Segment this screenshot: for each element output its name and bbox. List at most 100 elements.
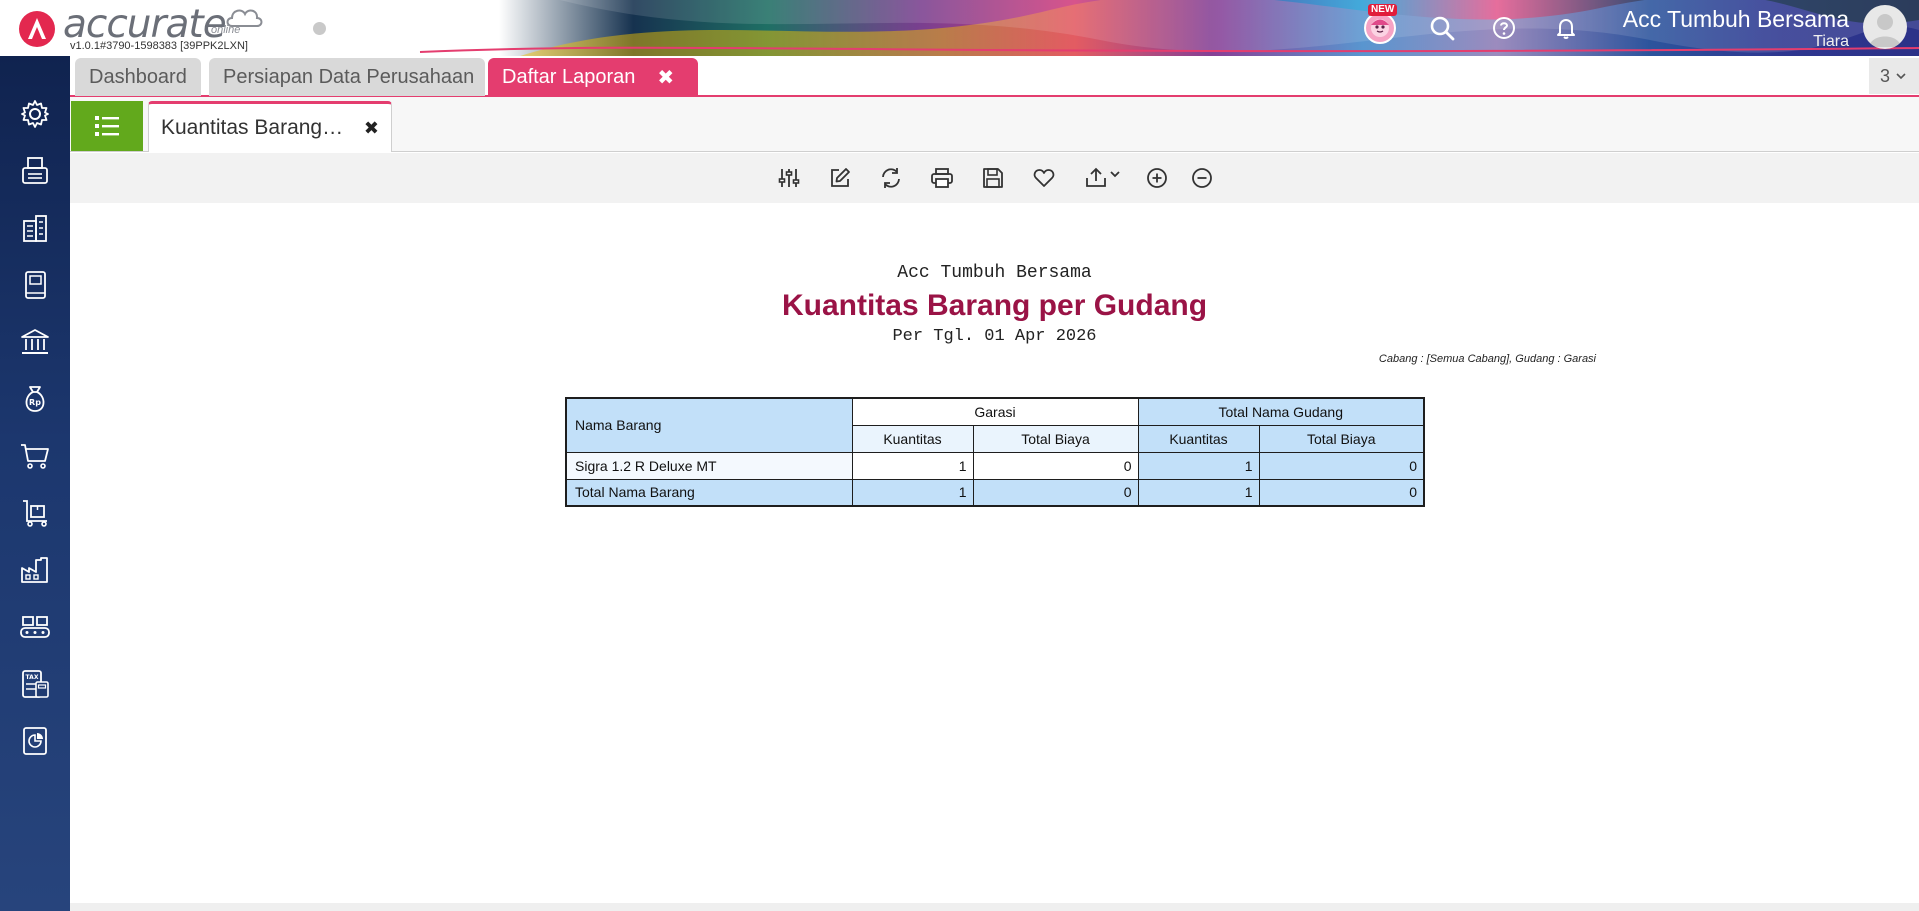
sidebar-item-ledger[interactable] — [15, 265, 55, 305]
save-icon — [983, 168, 1003, 188]
tab-daftar-laporan[interactable]: Daftar Laporan ✖ — [488, 58, 698, 96]
report-tab-bar: Kuantitas Barang… ✖ — [70, 97, 1919, 152]
search-button[interactable] — [1422, 8, 1462, 48]
column-group-total-gudang: Total Nama Gudang — [1137, 397, 1425, 426]
cart-icon — [21, 444, 49, 469]
export-icon — [1086, 167, 1106, 187]
subtab-label: Kuantitas Barang… — [161, 116, 344, 139]
sidebar-item-fax[interactable] — [15, 151, 55, 191]
edit-icon — [831, 168, 850, 187]
tax-icon: TAX — [22, 670, 49, 698]
app-header: accurate online v1.0.1#3790-1598383 [39P… — [0, 0, 1919, 56]
accurate-logo-icon — [19, 11, 55, 47]
notification-button[interactable] — [1546, 8, 1586, 48]
filter-button[interactable] — [774, 163, 804, 193]
total-cost-garasi: 0 — [972, 478, 1139, 507]
refresh-button[interactable] — [876, 163, 906, 193]
bank-icon — [21, 329, 49, 354]
close-icon[interactable]: ✖ — [657, 65, 674, 90]
report-company: Acc Tumbuh Bersama — [897, 263, 1092, 283]
zoom-in-icon — [1147, 168, 1167, 188]
report-toolbar — [70, 153, 1919, 203]
sidebar-item-cash[interactable]: Rp — [15, 379, 55, 419]
save-button[interactable] — [978, 163, 1008, 193]
status-dot — [313, 22, 326, 35]
sidebar-item-purchase[interactable] — [15, 493, 55, 533]
total-qty-garasi: 1 — [851, 478, 974, 507]
list-icon — [95, 116, 119, 136]
report-filter: Cabang : [Semua Cabang], Gudang : Garasi — [1378, 353, 1596, 365]
column-header-total-total-biaya[interactable]: Total Biaya — [1258, 424, 1425, 453]
tab-label: Dashboard — [89, 65, 187, 88]
favorite-button[interactable] — [1029, 163, 1059, 193]
sidebar-item-reports[interactable] — [15, 721, 55, 761]
chevron-down-icon — [1110, 171, 1120, 178]
trolley-icon — [23, 500, 47, 527]
search-icon — [1430, 16, 1455, 41]
building-icon — [23, 215, 47, 242]
sidebar-item-settings[interactable] — [15, 94, 55, 134]
avatar-icon — [1869, 14, 1901, 47]
tab-count-value: 3 — [1879, 65, 1890, 86]
table-total-row: Total Nama Barang 1 0 1 0 — [565, 478, 1425, 507]
tab-label: Persiapan Data Perusahaan — [223, 65, 475, 88]
zoom-out-button[interactable] — [1187, 163, 1217, 193]
sidebar-item-sales[interactable] — [15, 436, 55, 476]
close-icon[interactable]: ✖ — [364, 118, 379, 139]
help-icon — [1493, 17, 1515, 39]
conveyor-icon — [20, 616, 50, 638]
tab-count-dropdown[interactable]: 3 — [1869, 58, 1919, 94]
tab-persiapan-data[interactable]: Persiapan Data Perusahaan — [209, 58, 485, 96]
user-info[interactable]: Acc Tumbuh Bersama Tiara — [1623, 6, 1849, 52]
column-group-garasi: Garasi — [851, 397, 1139, 426]
cell-cost-total: 0 — [1258, 451, 1425, 480]
favorite-icon — [1033, 169, 1055, 187]
zoom-in-button[interactable] — [1142, 163, 1172, 193]
sidebar: Rp TAX — [0, 56, 70, 911]
mascot-button[interactable]: NEW — [1360, 4, 1400, 48]
gear-icon — [21, 100, 49, 128]
column-header-nama-barang[interactable]: Nama Barang — [565, 397, 853, 453]
tab-bar: Dashboard Persiapan Data Perusahaan Daft… — [70, 56, 1919, 97]
avatar[interactable] — [1863, 5, 1907, 49]
column-header-kuantitas[interactable]: Kuantitas — [851, 424, 974, 453]
cell-qty-total: 1 — [1137, 451, 1260, 480]
column-header-total-kuantitas[interactable]: Kuantitas — [1137, 424, 1260, 453]
svg-text:Rp: Rp — [29, 398, 41, 407]
version-label: v1.0.1#3790-1598383 [39PPK2LXN] — [70, 40, 248, 52]
sidebar-item-inventory[interactable] — [15, 550, 55, 590]
print-icon — [931, 168, 953, 188]
header-actions: NEW — [1360, 4, 1608, 48]
svg-text:TAX: TAX — [26, 674, 39, 681]
sidebar-item-manufacture[interactable] — [15, 607, 55, 647]
edit-button[interactable] — [825, 163, 855, 193]
cell-qty-garasi: 1 — [851, 451, 974, 480]
table-row[interactable]: Sigra 1.2 R Deluxe MT 1 0 1 0 — [565, 451, 1425, 480]
sidebar-item-tax[interactable]: TAX — [15, 664, 55, 704]
new-badge: NEW — [1368, 4, 1398, 16]
bottom-scroll-area — [70, 903, 1919, 911]
company-name: Acc Tumbuh Bersama — [1622, 6, 1849, 32]
zoom-out-icon — [1192, 168, 1212, 188]
print-button[interactable] — [927, 163, 957, 193]
column-header-total-biaya[interactable]: Total Biaya — [972, 424, 1139, 453]
report-list-button[interactable] — [71, 101, 143, 151]
table-header-row: Nama Barang Garasi Total Nama Gudang — [565, 397, 1425, 453]
factory-icon — [21, 557, 48, 583]
sidebar-item-company[interactable] — [15, 208, 55, 248]
bell-icon — [1557, 19, 1575, 39]
tab-dashboard[interactable]: Dashboard — [75, 58, 201, 96]
total-qty-all: 1 — [1137, 478, 1260, 507]
book-icon — [25, 271, 46, 299]
sidebar-item-bank[interactable] — [15, 322, 55, 362]
report-date: Per Tgl. 01 Apr 2026 — [892, 327, 1097, 346]
help-button[interactable] — [1484, 8, 1524, 48]
item-name[interactable]: Sigra 1.2 R Deluxe MT — [565, 451, 853, 480]
export-button[interactable] — [1080, 163, 1126, 193]
report-icon — [23, 727, 47, 755]
mascot-icon — [1364, 12, 1396, 44]
tab-kuantitas-barang[interactable]: Kuantitas Barang… ✖ — [148, 101, 392, 152]
user-name: Tiara — [1813, 33, 1849, 50]
tab-label: Daftar Laporan — [502, 65, 636, 88]
sliders-icon — [778, 169, 800, 187]
